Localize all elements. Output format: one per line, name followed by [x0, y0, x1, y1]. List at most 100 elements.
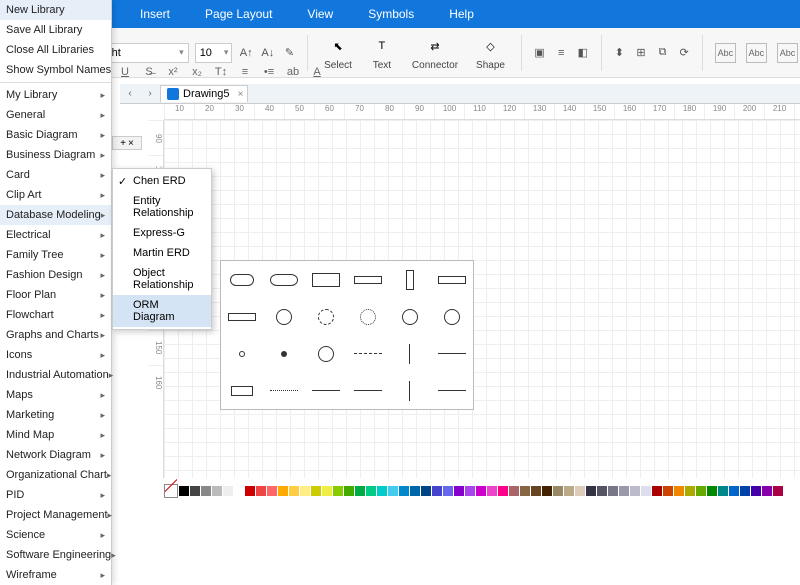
color-swatch[interactable]: [707, 486, 717, 496]
color-swatch[interactable]: [344, 486, 354, 496]
library-menu-item[interactable]: Fashion Design▸: [0, 265, 111, 285]
library-menu-item[interactable]: New Library: [0, 0, 111, 20]
superscript-icon[interactable]: x²: [164, 63, 182, 81]
ellipse-shape[interactable]: [270, 274, 298, 286]
rotate-icon[interactable]: ⟳: [676, 44, 692, 62]
bracket-shape[interactable]: [231, 386, 253, 396]
library-menu-item[interactable]: Network Diagram▸: [0, 445, 111, 465]
color-swatch[interactable]: [509, 486, 519, 496]
rect-shape[interactable]: [354, 276, 382, 284]
color-swatch[interactable]: [377, 486, 387, 496]
library-menu-item[interactable]: Maps▸: [0, 385, 111, 405]
arrow-shape[interactable]: [438, 353, 466, 354]
color-swatch[interactable]: [641, 486, 651, 496]
rect-shape[interactable]: [406, 270, 414, 290]
strike-icon[interactable]: S̶: [140, 63, 158, 81]
increase-font-icon[interactable]: A↑: [238, 44, 254, 62]
color-swatch[interactable]: [388, 486, 398, 496]
color-swatch[interactable]: [256, 486, 266, 496]
dot-shape[interactable]: [281, 351, 287, 357]
color-swatch[interactable]: [762, 486, 772, 496]
rect-shape[interactable]: [438, 276, 466, 284]
dashed-line-shape[interactable]: [354, 353, 382, 354]
color-swatch[interactable]: [498, 486, 508, 496]
library-menu-item[interactable]: Software Engineering▸: [0, 545, 111, 565]
library-menu-item[interactable]: Floor Plan▸: [0, 285, 111, 305]
color-swatch[interactable]: [663, 486, 673, 496]
subscript-icon[interactable]: x₂: [188, 63, 206, 81]
library-menu-item[interactable]: Family Tree▸: [0, 245, 111, 265]
library-menu-item[interactable]: Database Modeling▸: [0, 205, 111, 225]
color-swatch[interactable]: [399, 486, 409, 496]
ribbon-page-layout[interactable]: Page Layout: [205, 7, 272, 21]
abc-icon[interactable]: ab: [284, 63, 302, 81]
color-swatch[interactable]: [487, 486, 497, 496]
align-icon[interactable]: ⬍: [612, 44, 628, 62]
group-icon[interactable]: ⧉: [655, 44, 671, 62]
color-swatch[interactable]: [542, 486, 552, 496]
library-menu-item[interactable]: Graphs and Charts▸: [0, 325, 111, 345]
no-fill-swatch[interactable]: [164, 484, 178, 498]
bullet-list-icon[interactable]: •≡: [260, 63, 278, 81]
shape-tool[interactable]: ◇ Shape: [476, 34, 505, 71]
library-menu-item[interactable]: Organizational Chart▸: [0, 465, 111, 485]
underline-icon[interactable]: U: [116, 63, 134, 81]
style-preset-button[interactable]: Abc: [746, 43, 767, 63]
color-swatch[interactable]: [476, 486, 486, 496]
color-swatch[interactable]: [630, 486, 640, 496]
color-swatch[interactable]: [608, 486, 618, 496]
close-icon[interactable]: ×: [238, 89, 244, 100]
color-swatch[interactable]: [322, 486, 332, 496]
color-swatch[interactable]: [443, 486, 453, 496]
library-menu-item[interactable]: Close All Libraries: [0, 40, 111, 60]
color-swatch[interactable]: [223, 486, 233, 496]
library-menu-item[interactable]: Industrial Automation▸: [0, 365, 111, 385]
color-swatch[interactable]: [410, 486, 420, 496]
color-swatch[interactable]: [289, 486, 299, 496]
chevron-left-icon[interactable]: ‹: [123, 87, 137, 101]
circle-p-shape[interactable]: [444, 309, 460, 325]
color-swatch[interactable]: [454, 486, 464, 496]
color-swatch[interactable]: [421, 486, 431, 496]
library-menu-item[interactable]: Electrical▸: [0, 225, 111, 245]
line-spacing-icon[interactable]: ≡: [236, 63, 254, 81]
color-swatch[interactable]: [267, 486, 277, 496]
library-menu-item[interactable]: Business Diagram▸: [0, 145, 111, 165]
segmented-rect-shape[interactable]: [228, 313, 256, 321]
vertical-arrow-shape[interactable]: [409, 344, 411, 364]
color-swatch[interactable]: [619, 486, 629, 496]
library-menu-item[interactable]: Card▸: [0, 165, 111, 185]
connector-tool[interactable]: ⇄ Connector: [412, 34, 458, 71]
library-menu-item[interactable]: Mind Map▸: [0, 425, 111, 445]
submenu-item[interactable]: ORM Diagram: [113, 295, 211, 327]
color-swatch[interactable]: [201, 486, 211, 496]
color-swatch[interactable]: [586, 486, 596, 496]
dotted-line-shape[interactable]: [270, 390, 298, 391]
color-swatch[interactable]: [432, 486, 442, 496]
color-swatch[interactable]: [212, 486, 222, 496]
library-menu-item[interactable]: General▸: [0, 105, 111, 125]
color-swatch[interactable]: [278, 486, 288, 496]
fill-icon[interactable]: ▣: [532, 44, 548, 62]
color-swatch[interactable]: [718, 486, 728, 496]
library-menu-item[interactable]: Save All Library: [0, 20, 111, 40]
font-size-select[interactable]: 10: [195, 43, 233, 63]
library-menu-item[interactable]: Flowchart▸: [0, 305, 111, 325]
color-swatch[interactable]: [245, 486, 255, 496]
double-arrow-shape[interactable]: [438, 390, 466, 391]
color-swatch[interactable]: [575, 486, 585, 496]
line-style-icon[interactable]: ≡: [553, 44, 569, 62]
color-swatch[interactable]: [355, 486, 365, 496]
ribbon-view[interactable]: View: [307, 7, 333, 21]
ribbon-help[interactable]: Help: [449, 7, 474, 21]
rect-shape[interactable]: [312, 273, 340, 287]
library-menu-item[interactable]: Project Management▸: [0, 505, 111, 525]
color-swatch[interactable]: [311, 486, 321, 496]
document-tab[interactable]: Drawing5 ×: [160, 85, 248, 102]
vertical-line-shape[interactable]: [409, 381, 411, 401]
color-swatch[interactable]: [179, 486, 189, 496]
text-height-icon[interactable]: T↕: [212, 63, 230, 81]
decrease-font-icon[interactable]: A↓: [260, 44, 276, 62]
color-swatch[interactable]: [234, 486, 244, 496]
dashed-circle-shape[interactable]: [318, 309, 334, 325]
